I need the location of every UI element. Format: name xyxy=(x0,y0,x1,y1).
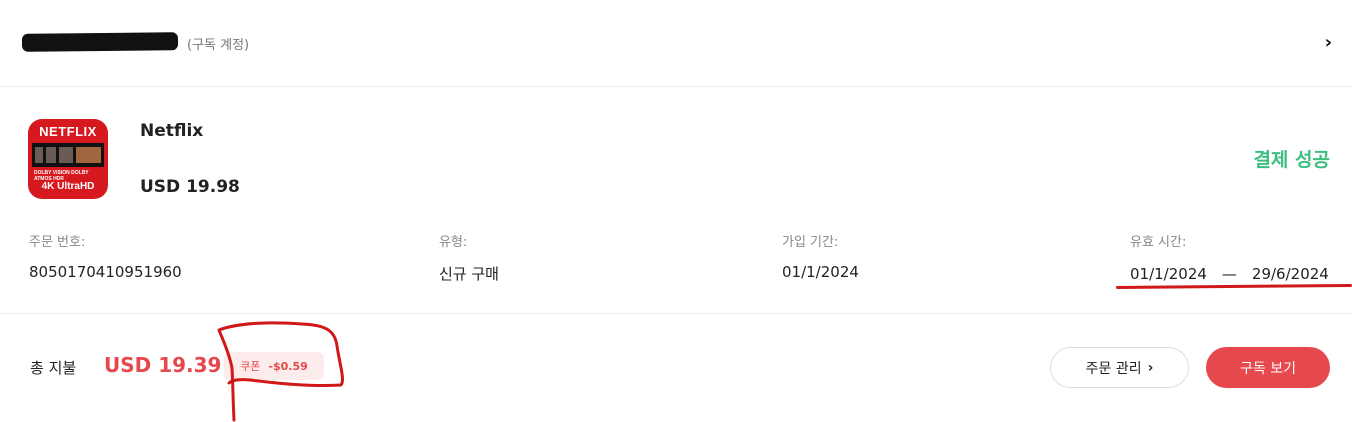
annotation-underline xyxy=(1115,283,1352,290)
validity-value: 01/1/2024 — 29/6/2024 xyxy=(1130,265,1329,283)
view-subscription-button[interactable]: 구독 보기 xyxy=(1206,347,1330,388)
type-value: 신규 구매 xyxy=(439,265,499,283)
account-hint: (구독 계정) xyxy=(187,38,250,53)
redacted-email xyxy=(21,32,179,52)
total-amount: USD 19.39 xyxy=(104,353,222,377)
coupon-badge: 쿠폰 -$0.59 xyxy=(224,352,324,380)
validity-label: 유효 시간: xyxy=(1130,235,1187,250)
product-price: USD 19.98 xyxy=(140,177,240,197)
payment-status: 결제 성공 xyxy=(1253,149,1330,171)
chevron-right-icon: › xyxy=(1147,359,1154,376)
section-divider xyxy=(0,313,1352,314)
manage-order-button[interactable]: 주문 관리 › xyxy=(1050,347,1189,388)
icon-screens xyxy=(32,143,104,167)
coupon-label: 쿠폰 xyxy=(240,360,261,373)
coupon-amount: -$0.59 xyxy=(268,359,308,373)
icon-resolution-text: 4K UltraHD xyxy=(41,181,95,192)
chevron-right-icon[interactable]: › xyxy=(1325,32,1332,53)
order-number-value: 8050170410951960 xyxy=(29,263,182,281)
signup-date-value: 01/1/2024 xyxy=(782,263,859,281)
account-row[interactable]: (구독 계정) › xyxy=(0,0,1352,87)
icon-brand-text: NETFLIX xyxy=(39,124,97,139)
netflix-app-icon: NETFLIX DOLBY VISION DOLBY ATMOS HDR 4K … xyxy=(28,119,108,199)
total-label: 총 지불 xyxy=(30,359,77,377)
signup-date-label: 가입 기간: xyxy=(782,235,839,250)
product-name: Netflix xyxy=(140,121,204,141)
type-label: 유형: xyxy=(439,235,468,250)
manage-order-label: 주문 관리 xyxy=(1085,360,1142,377)
order-number-label: 주문 번호: xyxy=(29,235,86,250)
